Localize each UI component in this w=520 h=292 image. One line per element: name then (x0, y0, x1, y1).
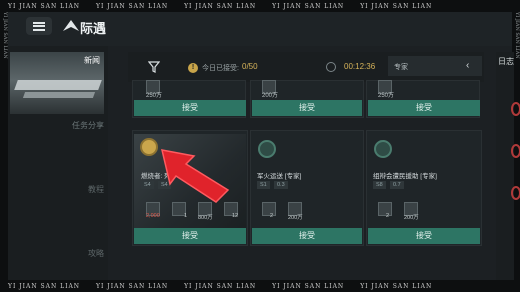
accepted-count: 0/50 (242, 62, 258, 71)
accept-button[interactable]: 接受 (252, 228, 362, 244)
info-icon: ! (188, 63, 198, 73)
banner-image (14, 80, 102, 90)
mission-tag: 0.7 (390, 181, 404, 189)
reward-value: 200万 (262, 93, 279, 99)
log-entry-icon[interactable] (511, 102, 520, 116)
accepted-label: 今日已接受: (202, 65, 239, 72)
banner-image-detail (22, 92, 96, 98)
reward-value: 200万 (404, 215, 419, 221)
page-title: 际遇 (80, 21, 107, 36)
reward-value: 200万 (288, 215, 303, 221)
reward-value: 1 (184, 213, 188, 219)
sidebar-item-guide[interactable]: 攻略 (10, 248, 104, 259)
watermark-top: YI JIAN SAN LIAN YI JIAN SAN LIAN YI JIAN … (0, 0, 520, 12)
reward-value: 250万 (146, 93, 163, 99)
faction-emblem-icon (374, 140, 392, 158)
clock-icon (326, 62, 336, 72)
mission-tag: S1 (257, 181, 270, 189)
sidebar-item-tutorial[interactable]: 教程 (10, 184, 104, 195)
game-screen: YI JIAN SAN LIAN YI JIAN SAN LIAN YI JIAN … (0, 0, 520, 292)
banner-label: 新闻 (84, 56, 100, 65)
red-pointer-arrow-icon (161, 149, 230, 203)
mission-tag: S8 (373, 181, 386, 189)
mission-tag: 0.3 (274, 181, 288, 189)
reward-value: 250万 (378, 93, 395, 99)
reward-value: 12 (232, 213, 239, 219)
log-panel (496, 52, 514, 280)
reward-value: 2 (386, 213, 390, 219)
menu-icon (33, 21, 45, 31)
mission-title: 组辩会遭民援助 [专家] (373, 173, 437, 180)
difficulty-value: 专家 (394, 64, 408, 71)
accept-button[interactable]: 接受 (252, 100, 362, 116)
accept-button[interactable]: 接受 (368, 100, 480, 116)
reward-value: 800万 (198, 215, 213, 221)
mission-title: 军火运送 [专家] (257, 173, 302, 180)
reward-value: 2,000 (146, 213, 160, 219)
log-entry-icon[interactable] (511, 186, 520, 200)
log-title: 日志 (498, 57, 514, 66)
accept-button[interactable]: 接受 (134, 100, 246, 116)
reward-item-icon (262, 202, 276, 216)
watermark-bottom: YI JIAN SAN LIAN YI JIAN SAN LIAN YI JIAN … (0, 280, 520, 292)
refresh-timer: 00:12:36 (344, 62, 376, 71)
sidebar-item-task-share[interactable]: 任务分享 (10, 120, 104, 131)
menu-button[interactable] (26, 17, 52, 35)
compass-logo-icon (63, 20, 79, 31)
watermark-left: YI JIAN SAN LIAN (0, 12, 8, 280)
chevron-left-icon[interactable]: ‹ (466, 60, 469, 71)
filter-icon[interactable] (148, 61, 160, 73)
faction-emblem-icon (258, 140, 276, 158)
reward-item-icon (378, 202, 392, 216)
log-entry-icon[interactable] (511, 144, 520, 158)
accept-button[interactable]: 接受 (134, 228, 246, 244)
accept-button[interactable]: 接受 (368, 228, 480, 244)
reward-value: 2 (270, 213, 274, 219)
